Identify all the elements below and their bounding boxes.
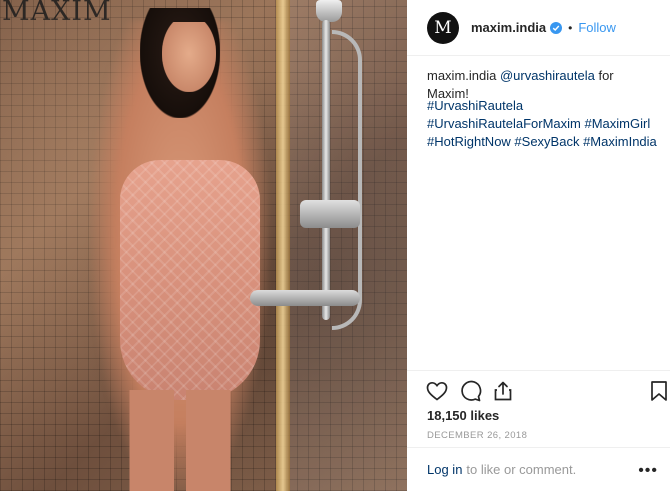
comment-bar: Log in to like or comment. ••• (407, 447, 670, 491)
more-options-icon[interactable]: ••• (638, 462, 658, 480)
share-icon[interactable] (491, 379, 515, 403)
heart-icon[interactable] (425, 379, 449, 403)
username-link[interactable]: maxim.india (471, 20, 546, 35)
bookmark-icon[interactable] (647, 379, 670, 403)
shower-hose (332, 30, 362, 330)
caption-mention[interactable]: @urvashirautela (500, 68, 595, 83)
model-legs (120, 390, 240, 491)
login-link[interactable]: Log in (427, 462, 462, 477)
shower-door-frame (276, 0, 290, 491)
maxim-logo: MAXIM (2, 0, 112, 27)
verified-icon (550, 21, 563, 34)
post-date: DECEMBER 26, 2018 (427, 430, 528, 441)
shower-mixer (250, 290, 360, 306)
login-prompt-text: to like or comment. (466, 462, 577, 477)
post-header: M maxim.india • Follow (407, 0, 670, 56)
post-sidebar: M maxim.india • Follow maxim.india @urva… (407, 0, 670, 491)
lace-bodysuit (120, 160, 260, 400)
follow-button[interactable]: Follow (578, 20, 616, 35)
caption-hashtags[interactable]: #UrvashiRautela #UrvashiRautelaForMaxim … (427, 97, 659, 151)
shower-head (316, 0, 342, 22)
action-bar (407, 370, 670, 410)
model-face (162, 22, 216, 92)
post-photo[interactable]: MAXIM (0, 0, 407, 491)
likes-count[interactable]: 18,150 likes (427, 408, 499, 423)
shower-pipe (322, 20, 330, 320)
caption-username[interactable]: maxim.india (427, 68, 496, 83)
comment-icon[interactable] (458, 379, 482, 403)
avatar[interactable]: M (427, 11, 459, 44)
separator-dot: • (568, 20, 573, 35)
shower-valve (300, 200, 360, 228)
